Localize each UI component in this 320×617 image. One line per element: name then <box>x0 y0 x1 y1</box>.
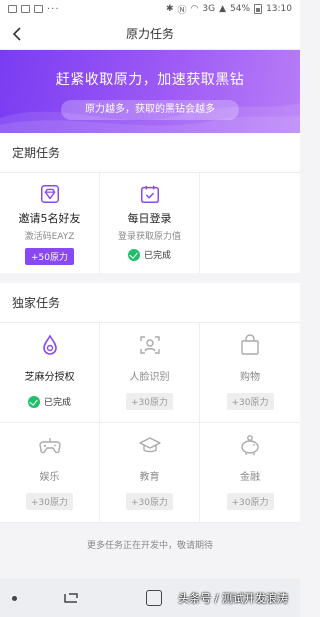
sesame-drop-icon <box>42 334 57 355</box>
coming-soon-note: 更多任务正在开发中，敬请期待 <box>0 523 300 569</box>
status-system: ✱ Ⓝ ◠ 3G ▲ 54% 13:10 <box>166 3 292 16</box>
network-type: 3G <box>202 4 216 14</box>
task-title: 邀请5名好友 <box>18 212 81 225</box>
completed-status: 已完成 <box>27 395 71 408</box>
task-label: 芝麻分授权 <box>24 372 75 383</box>
reward-badge: +30原力 <box>126 493 173 510</box>
section-gap <box>0 273 300 283</box>
check-circle-icon <box>127 248 140 261</box>
task-desc: 激活码EAYZ <box>24 232 75 242</box>
watermark-text: 头条号 / 测试开发浪涛 <box>178 592 288 605</box>
task-entertainment[interactable]: 娱乐 +30原力 <box>0 423 100 523</box>
task-finance[interactable]: 金融 +30原力 <box>200 423 300 523</box>
reward-badge: +30原力 <box>126 393 173 410</box>
piggy-bank-icon <box>241 435 259 455</box>
task-sesame-auth[interactable]: 芝麻分授权 已完成 <box>0 323 100 423</box>
more-icon: ··· <box>47 3 60 15</box>
graduation-cap-icon <box>138 437 161 453</box>
completed-status: 已完成 <box>127 248 171 261</box>
section-heading-periodic: 定期任务 <box>0 133 300 173</box>
status-bar: ··· ✱ Ⓝ ◠ 3G ▲ 54% 13:10 <box>0 0 300 18</box>
notification-icon <box>34 5 43 13</box>
gamepad-icon <box>38 438 61 454</box>
task-daily-login[interactable]: 每日登录 登录获取原力值 已完成 <box>100 173 200 273</box>
wifi-icon: ◠ <box>190 4 199 14</box>
periodic-task-list: 邀请5名好友 激活码EAYZ +50原力 每日登录 登录获取原力值 已完成 <box>0 173 300 273</box>
exclusive-task-grid: 芝麻分授权 已完成 人脸识别 +30原力 购物 +30原力 娱乐 +30原力 教… <box>0 323 300 523</box>
section-heading-exclusive: 独家任务 <box>0 283 300 323</box>
status-label: 已完成 <box>43 398 71 408</box>
task-invite-friends[interactable]: 邀请5名好友 激活码EAYZ +50原力 <box>0 173 100 273</box>
signal-icon: ▲ <box>219 4 227 14</box>
message-icon <box>8 5 17 13</box>
task-label: 人脸识别 <box>129 372 170 383</box>
promo-banner: 赶紧收取原力，加速获取黑钻 原力越多，获取的黑钻会越多 <box>0 50 300 133</box>
task-title: 每日登录 <box>127 212 172 225</box>
status-label: 已完成 <box>143 251 171 261</box>
home-button-icon[interactable] <box>145 590 162 606</box>
battery-percent: 54% <box>230 4 251 14</box>
clock: 13:10 <box>266 4 292 14</box>
task-face-recognition[interactable]: 人脸识别 +30原力 <box>100 323 200 423</box>
task-label: 金融 <box>240 472 260 483</box>
nav-dot-icon[interactable] <box>12 595 17 601</box>
recent-apps-icon[interactable] <box>63 592 79 604</box>
task-label: 教育 <box>139 472 160 483</box>
calendar-check-icon <box>140 185 159 203</box>
status-notifications: ··· <box>8 4 60 15</box>
task-education[interactable]: 教育 +30原力 <box>100 423 200 523</box>
shopping-bag-icon <box>241 334 259 355</box>
banner-title: 赶紧收取原力，加速获取黑钻 <box>55 72 245 88</box>
task-shopping[interactable]: 购物 +30原力 <box>200 323 300 423</box>
reward-badge: +30原力 <box>26 493 73 510</box>
image-icon <box>21 5 30 13</box>
check-circle-icon <box>27 395 40 408</box>
page-title: 原力任务 <box>125 27 174 41</box>
banner-subtitle: 原力越多，获取的黑钻会越多 <box>61 100 239 120</box>
diamond-icon <box>40 185 59 203</box>
task-desc: 登录获取原力值 <box>117 232 181 242</box>
task-label: 娱乐 <box>39 472 60 483</box>
reward-badge[interactable]: +50原力 <box>25 248 74 265</box>
bluetooth-icon: ✱ <box>166 4 174 14</box>
back-arrow-icon[interactable] <box>8 24 28 44</box>
face-scan-icon <box>139 336 160 354</box>
battery-icon <box>254 4 263 14</box>
reward-badge: +30原力 <box>226 393 274 410</box>
system-nav-bar: 头条号 / 测试开发浪涛 <box>0 579 300 617</box>
title-bar: 原力任务 <box>0 18 300 50</box>
reward-badge: +30原力 <box>226 493 274 510</box>
nfc-icon: Ⓝ <box>177 5 187 16</box>
task-label: 购物 <box>240 372 260 383</box>
empty-task-slot <box>200 173 300 273</box>
